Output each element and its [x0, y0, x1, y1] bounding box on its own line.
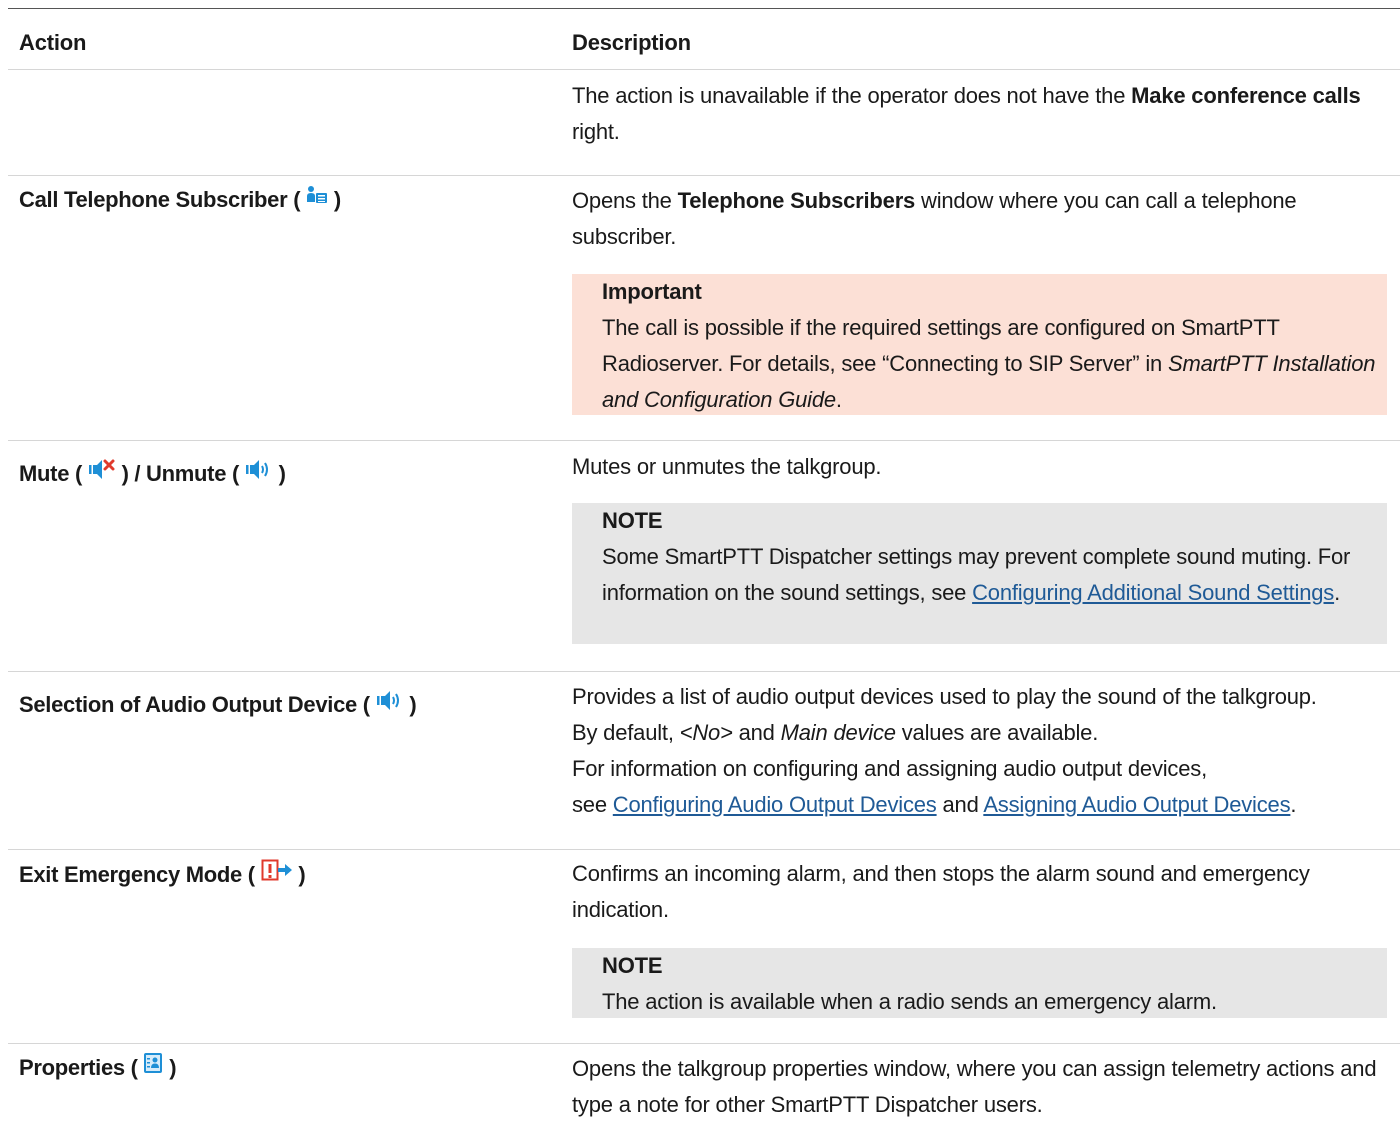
note-callout: NOTE The action is available when a radi…	[572, 948, 1387, 1018]
table-row: Selection of Audio Output Device ( ) Pro…	[8, 672, 1400, 850]
telephone-subscriber-icon	[306, 185, 328, 211]
table-row: Exit Emergency Mode ( ) Confirms an inco…	[8, 850, 1400, 1044]
configuring-additional-sound-settings-link[interactable]: Configuring Additional Sound Settings	[972, 580, 1334, 605]
callout-text: Some SmartPTT Dispatcher settings may pr…	[602, 544, 1351, 605]
row-description: Provides a list of audio output devices …	[572, 684, 1317, 817]
exit-emergency-icon	[261, 859, 293, 887]
callout-title: NOTE	[602, 508, 663, 533]
action-exit-emergency-mode: Exit Emergency Mode ( )	[19, 859, 306, 890]
assigning-audio-output-devices-link[interactable]: Assigning Audio Output Devices	[983, 792, 1290, 817]
callout-text: The call is possible if the required set…	[602, 315, 1376, 412]
action-mute-unmute: Mute ( ) / Unmute ( )	[19, 458, 286, 489]
speaker-icon	[245, 458, 273, 486]
action-call-telephone-subscriber: Call Telephone Subscriber ( )	[19, 185, 341, 212]
row-description: Opens the Telephone Subscribers window w…	[572, 188, 1297, 249]
table-row: The action is unavailable if the operato…	[8, 70, 1400, 176]
speaker-muted-icon	[88, 458, 116, 486]
header-description: Description	[572, 30, 691, 55]
action-selection-audio-output: Selection of Audio Output Device ( )	[19, 689, 417, 720]
top-rule	[8, 8, 1400, 9]
configuring-audio-output-devices-link[interactable]: Configuring Audio Output Devices	[613, 792, 937, 817]
header-action: Action	[19, 30, 87, 55]
row-description: Confirms an incoming alarm, and then sto…	[572, 861, 1310, 922]
properties-icon	[143, 1052, 163, 1080]
table-row: Call Telephone Subscriber ( ) Opens the …	[8, 176, 1400, 441]
callout-text: The action is available when a radio sen…	[602, 989, 1217, 1014]
table-row: Properties ( ) Opens the talkgroup prope…	[8, 1044, 1400, 1143]
callout-title: NOTE	[602, 953, 663, 978]
note-callout: NOTE Some SmartPTT Dispatcher settings m…	[572, 503, 1387, 644]
callout-title: Important	[602, 279, 702, 304]
speaker-icon	[376, 689, 404, 717]
row-description: Opens the talkgroup properties window, w…	[572, 1056, 1377, 1117]
action-properties: Properties ( )	[19, 1052, 177, 1083]
row-description: The action is unavailable if the operato…	[572, 83, 1361, 144]
row-description: Mutes or unmutes the talkgroup.	[572, 454, 882, 479]
important-callout: Important The call is possible if the re…	[572, 274, 1387, 415]
table-header: Action Description	[8, 18, 1400, 70]
table-row: Mute ( ) / Unmute ( ) Mutes or unmutes t…	[8, 441, 1400, 672]
